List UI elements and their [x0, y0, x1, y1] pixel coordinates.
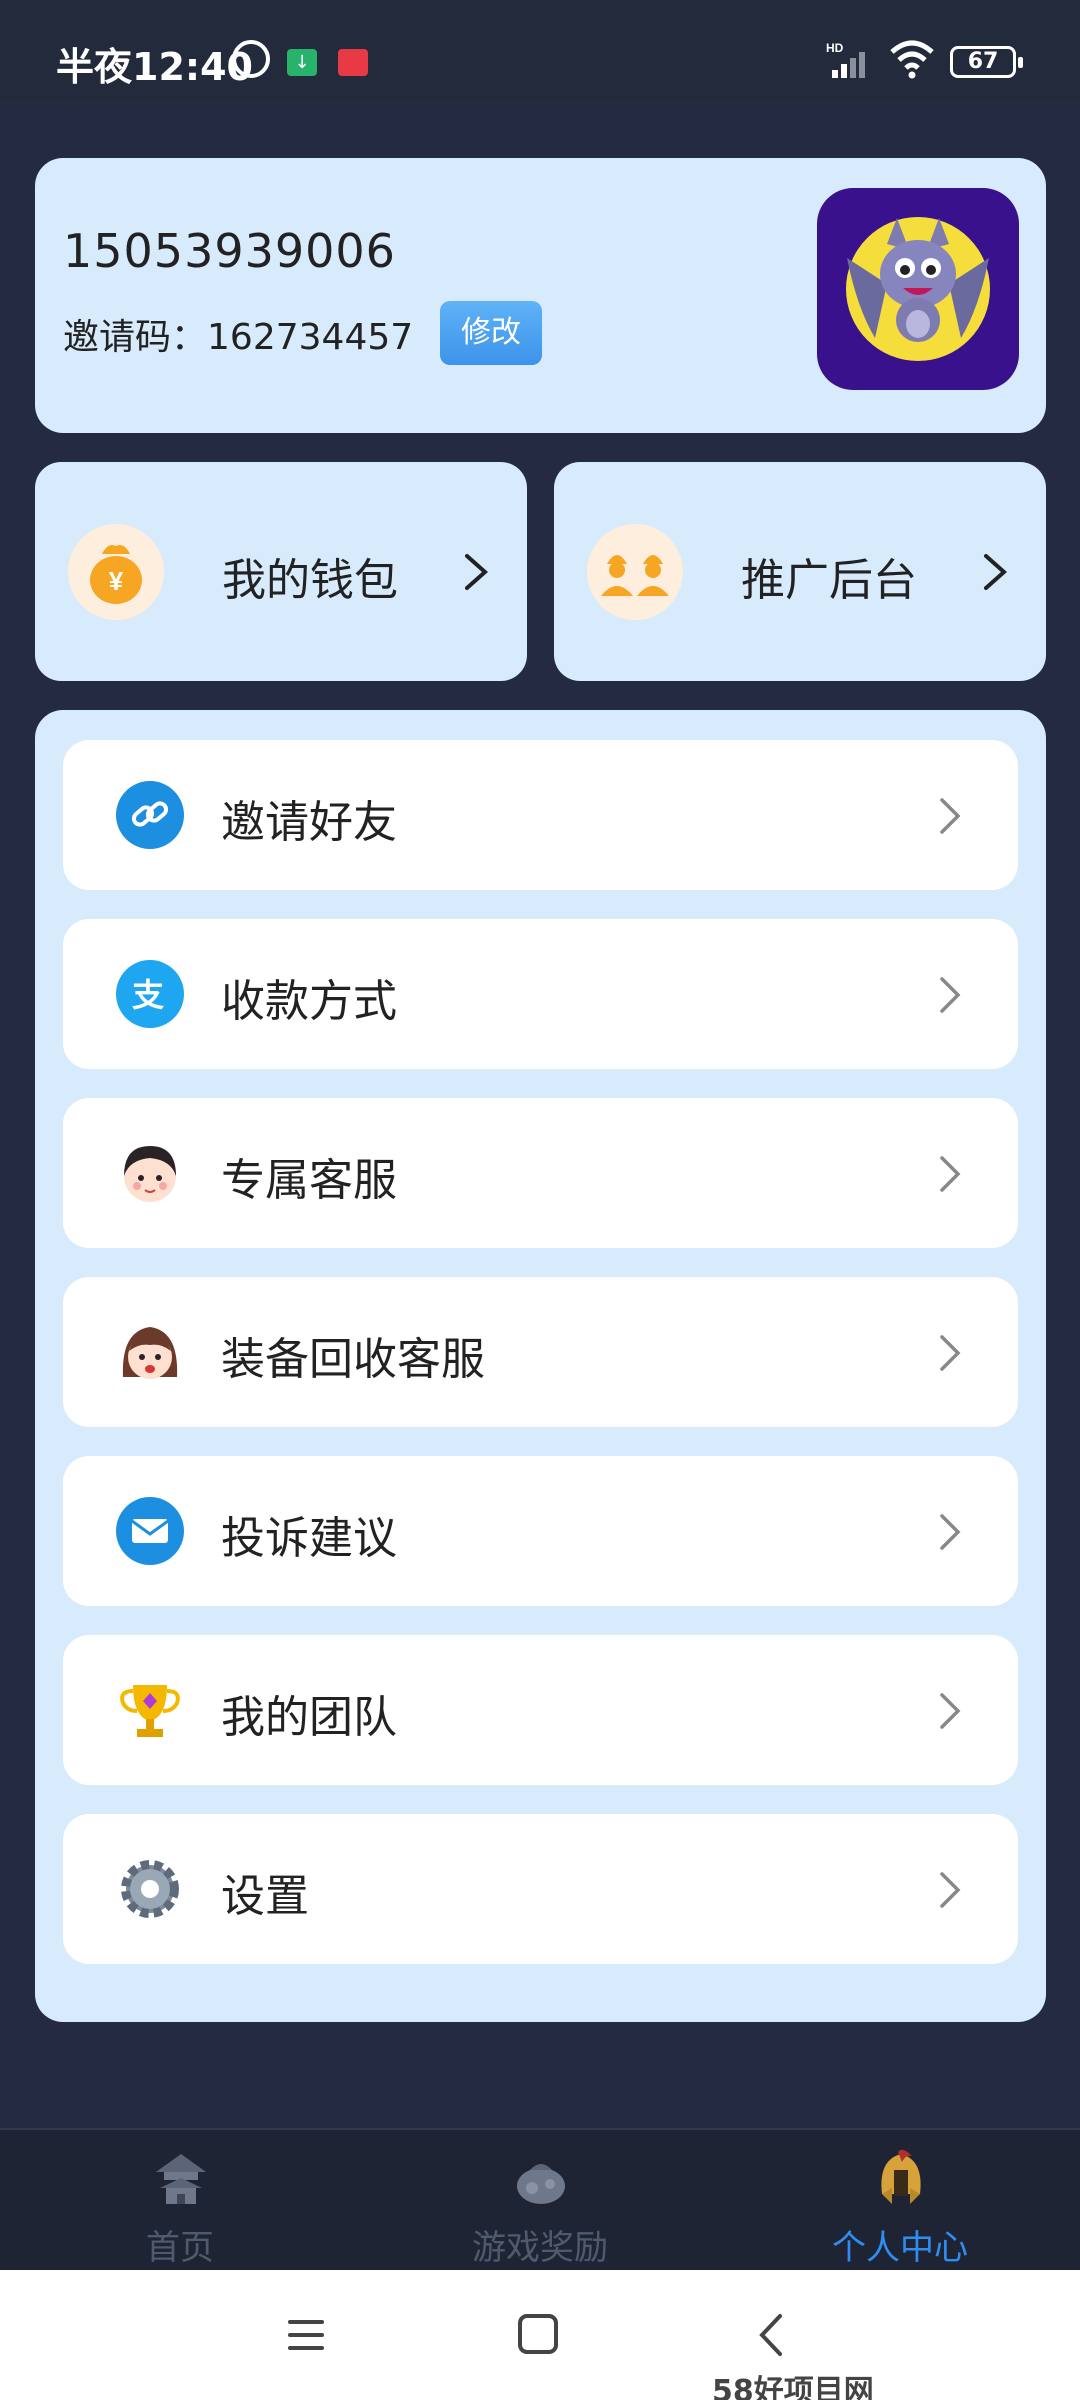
tab-game-rewards[interactable]: 游戏奖励: [360, 2130, 720, 2272]
promotion-label: 推广后台: [741, 555, 917, 606]
menu-panel: 邀请好友 支 收款方式 专属客服 装备回收客服 投诉建议 我的团队 设置: [35, 710, 1046, 2022]
menu-item-label: 设置: [221, 1871, 309, 1922]
battery-indicator: 67: [950, 46, 1023, 78]
bottom-tabbar: 首页 游戏奖励 个人中心: [0, 2128, 1080, 2270]
menu-item-label: 投诉建议: [221, 1513, 397, 1564]
menu-item-label: 收款方式: [221, 976, 397, 1027]
invite-code-label: 邀请码：: [63, 317, 208, 358]
menu-item-complaint[interactable]: 投诉建议: [63, 1456, 1018, 1606]
wifi-icon: [890, 40, 934, 79]
wallet-label: 我的钱包: [222, 555, 398, 606]
promotion-card[interactable]: 推广后台: [554, 462, 1046, 681]
svg-text:¥: ¥: [109, 566, 124, 596]
tab-home[interactable]: 首页: [0, 2130, 360, 2272]
treasure-bag-icon: [517, 2164, 565, 2204]
chevron-right-icon: [940, 798, 961, 834]
recycle-agent-icon: [122, 1327, 178, 1379]
chevron-right-icon: [465, 554, 489, 590]
app-notification-icon: [338, 49, 368, 76]
support-agent-icon: [124, 1146, 176, 1202]
menu-item-recycle-support[interactable]: 装备回收客服: [63, 1277, 1018, 1427]
modify-button[interactable]: 修改: [440, 301, 542, 365]
tab-label: 游戏奖励: [472, 2228, 608, 2268]
svg-text:支: 支: [132, 976, 164, 1014]
invite-code-value: 162734457: [207, 317, 414, 358]
home-icon[interactable]: [508, 2310, 568, 2360]
chevron-right-icon: [940, 1514, 961, 1550]
menu-item-my-team[interactable]: 我的团队: [63, 1635, 1018, 1785]
download-notification-icon: ↓: [287, 49, 317, 76]
profile-card: 15053939006 邀请码：162734457 修改: [35, 158, 1046, 433]
chevron-right-icon: [940, 1693, 961, 1729]
menu-item-invite-friends[interactable]: 邀请好友: [63, 740, 1018, 890]
chevron-right-icon: [984, 554, 1008, 590]
chevron-right-icon: [940, 1872, 961, 1908]
chevron-right-icon: [940, 1335, 961, 1371]
tab-label: 个人中心: [832, 2228, 968, 2268]
watermark: 58好项目网www.58hxm.com: [712, 2374, 874, 2400]
menu-item-label: 装备回收客服: [221, 1334, 485, 1385]
pagoda-icon: [156, 2154, 206, 2204]
gear-icon: [121, 1860, 179, 1918]
chevron-right-icon: [940, 1156, 961, 1192]
bat-avatar-icon: [846, 217, 990, 361]
svg-text:HD: HD: [826, 41, 844, 55]
wallet-card[interactable]: ¥ 我的钱包: [35, 462, 527, 681]
avatar[interactable]: [817, 188, 1019, 390]
warrior-helmet-icon: [881, 2149, 921, 2204]
menu-item-support[interactable]: 专属客服: [63, 1098, 1018, 1248]
signal-icon: HD: [826, 41, 865, 78]
tab-label: 首页: [146, 2228, 214, 2268]
menu-item-label: 专属客服: [221, 1155, 397, 1206]
status-time: 半夜12:40: [56, 45, 253, 89]
trophy-icon: [120, 1685, 180, 1737]
mail-icon: [116, 1497, 184, 1565]
alipay-icon: 支: [116, 960, 184, 1028]
tab-profile[interactable]: 个人中心: [720, 2130, 1080, 2272]
status-bar: 半夜12:40 ↓ HD 67: [0, 0, 1080, 100]
menu-icon[interactable]: [276, 2310, 336, 2360]
menu-item-payment-method[interactable]: 支 收款方式: [63, 919, 1018, 1069]
link-icon: [116, 781, 184, 849]
team-workers-icon: [587, 524, 683, 620]
alarm-icon: [232, 40, 270, 78]
menu-item-settings[interactable]: 设置: [63, 1814, 1018, 1964]
menu-item-label: 邀请好友: [221, 797, 397, 848]
back-icon[interactable]: [742, 2310, 802, 2360]
menu-item-label: 我的团队: [221, 1692, 397, 1743]
chevron-right-icon: [940, 977, 961, 1013]
wallet-icon: ¥: [68, 524, 164, 620]
user-phone: 15053939006: [63, 224, 396, 278]
invite-code-line: 邀请码：162734457: [63, 308, 413, 360]
